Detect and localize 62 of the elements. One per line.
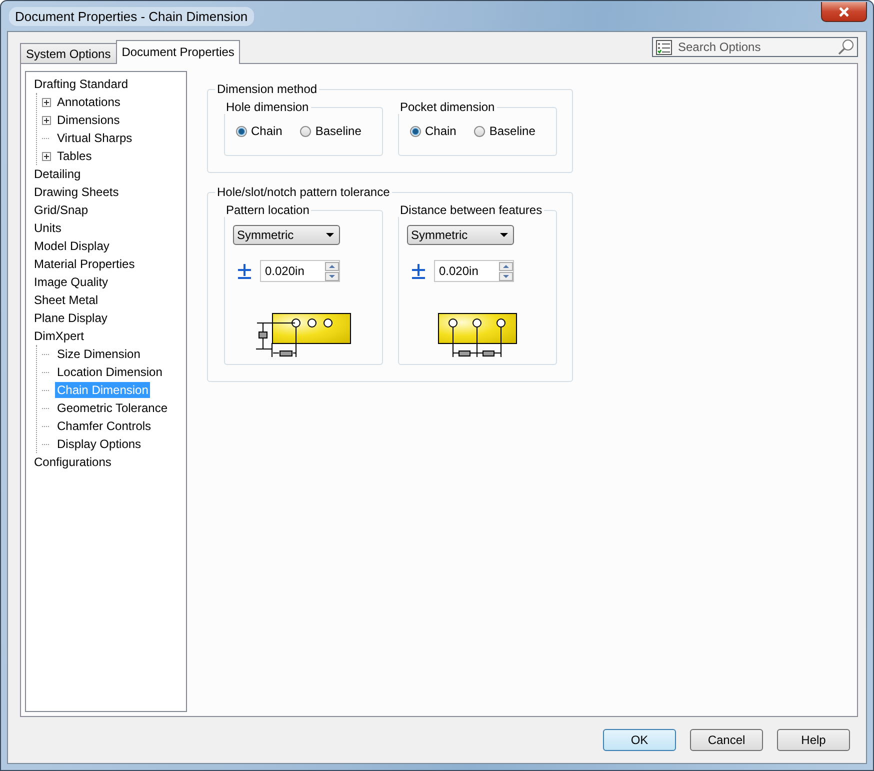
tree-item[interactable]: Model Display — [32, 238, 112, 254]
close-button[interactable] — [821, 2, 867, 22]
tree-item[interactable]: Drawing Sheets — [32, 184, 121, 200]
group-title: Hole dimension — [225, 100, 310, 114]
tree-item[interactable]: Configurations — [32, 454, 114, 470]
search-icon[interactable] — [838, 39, 854, 55]
window-title: Document Properties - Chain Dimension — [9, 6, 254, 26]
tree-item[interactable]: Material Properties — [32, 256, 137, 272]
down-arrow-icon — [503, 274, 509, 278]
tree-item[interactable]: Drafting Standard — [32, 76, 130, 92]
radio-button[interactable]: Baseline — [300, 124, 362, 138]
group-title: Pattern location — [225, 203, 310, 217]
tree-item[interactable]: Detailing — [32, 166, 83, 182]
tree-item[interactable]: Location Dimension — [55, 364, 164, 380]
up-arrow-icon — [329, 264, 335, 268]
spin-up-button[interactable] — [325, 262, 339, 270]
dialog-button[interactable]: Help — [777, 729, 850, 751]
caret-icon — [326, 233, 334, 237]
plus-minus-icon — [238, 264, 251, 278]
tree-item[interactable]: Display Options — [55, 436, 144, 452]
tree-item[interactable]: Dimensions — [55, 112, 122, 128]
spin-box[interactable]: 0.020in — [434, 260, 514, 282]
spin-up-button[interactable] — [499, 262, 513, 270]
group-title: Pocket dimension — [399, 100, 496, 114]
radio-button[interactable]: Chain — [236, 124, 282, 138]
plus-minus-icon — [412, 264, 425, 278]
tree-item[interactable]: Units — [32, 220, 64, 236]
expand-icon[interactable] — [42, 152, 50, 160]
tab[interactable]: Document Properties — [116, 40, 240, 64]
tree-item[interactable]: Geometric Tolerance — [55, 400, 170, 416]
tree-item[interactable]: Chamfer Controls — [55, 418, 154, 434]
tree-item[interactable]: DimXpert — [32, 328, 86, 344]
search-field[interactable]: Search Options — [676, 39, 834, 55]
tree-item[interactable]: Sheet Metal — [32, 292, 100, 308]
caret-icon — [500, 233, 508, 237]
radio-button[interactable]: Chain — [410, 124, 456, 138]
search-bar[interactable]: Search Options — [652, 37, 858, 57]
tree-item[interactable]: Tables — [55, 148, 94, 164]
down-arrow-icon — [329, 274, 335, 278]
tree-item[interactable]: Virtual Sharps — [55, 130, 134, 146]
tree-item[interactable]: Plane Display — [32, 310, 110, 326]
expand-icon[interactable] — [42, 98, 50, 106]
tree-item[interactable]: Image Quality — [32, 274, 110, 290]
radio-button[interactable]: Baseline — [474, 124, 536, 138]
up-arrow-icon — [503, 264, 509, 268]
group-title: Hole/slot/notch pattern tolerance — [216, 185, 391, 199]
dialog-button[interactable]: Cancel — [690, 729, 763, 751]
group-title: Dimension method — [216, 82, 318, 96]
group-title: Distance between features — [399, 203, 544, 217]
spin-box[interactable]: 0.020in — [260, 260, 340, 282]
tree-item[interactable]: Size Dimension — [55, 346, 142, 362]
dialog-button[interactable]: OK — [603, 729, 676, 751]
checklist-icon — [656, 40, 672, 54]
tree-item[interactable]: Grid/Snap — [32, 202, 90, 218]
tab[interactable]: System Options — [20, 43, 117, 63]
spin-down-button[interactable] — [499, 272, 513, 280]
spin-down-button[interactable] — [325, 272, 339, 280]
dropdown[interactable]: Symmetric — [407, 225, 514, 245]
expand-icon[interactable] — [42, 116, 50, 124]
dropdown[interactable]: Symmetric — [233, 225, 340, 245]
close-icon — [838, 6, 850, 16]
tree-item[interactable]: Annotations — [55, 94, 122, 110]
